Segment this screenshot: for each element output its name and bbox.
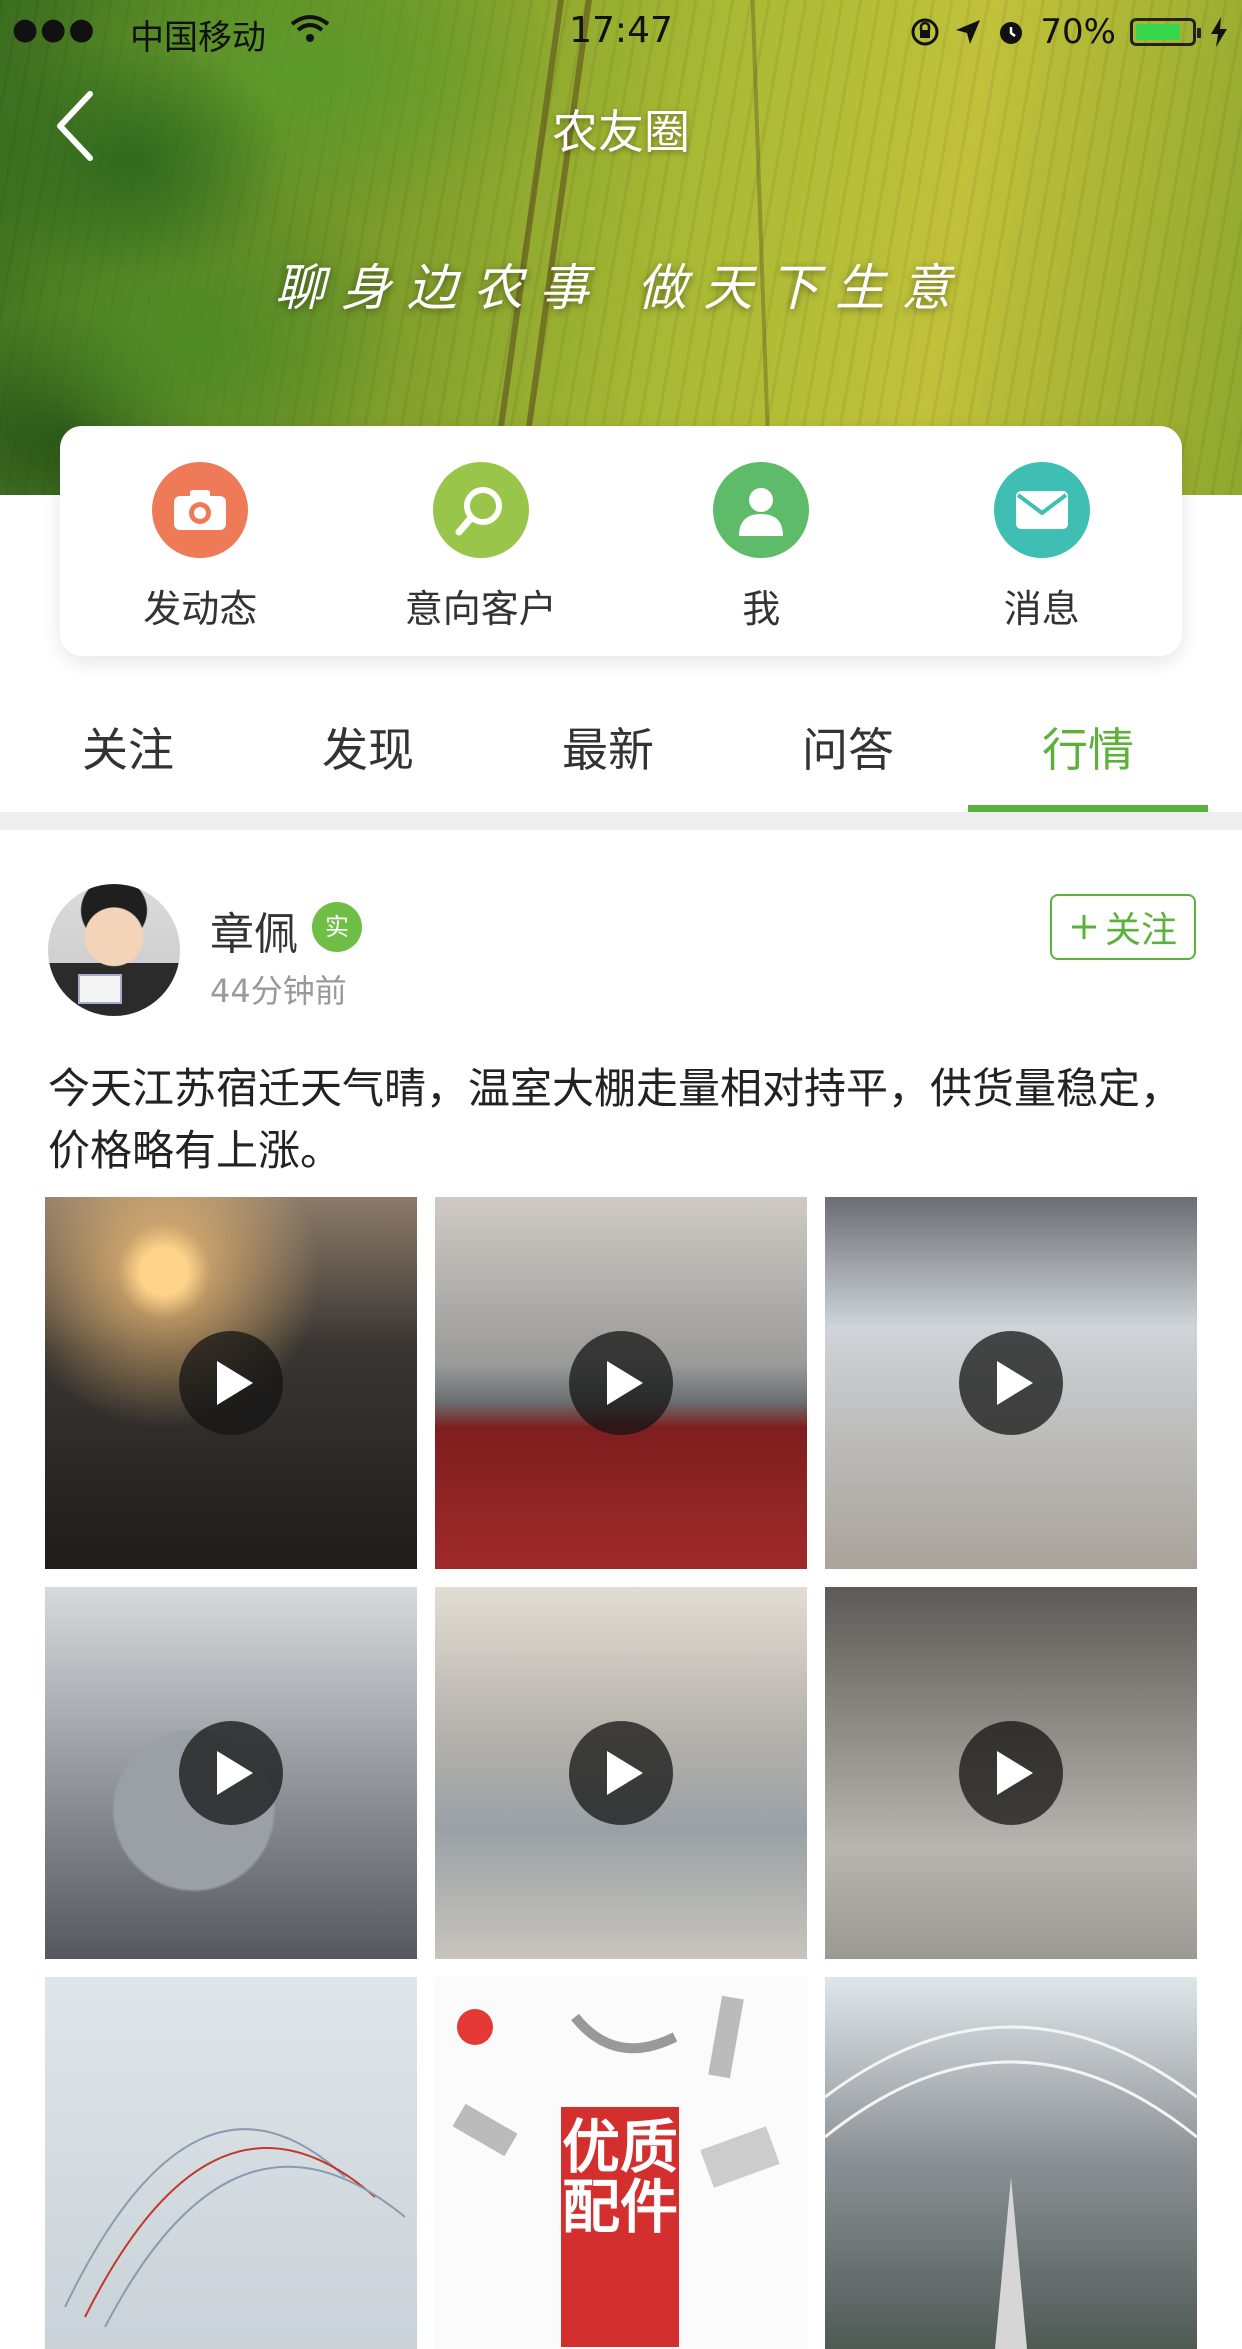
image-thumbnail[interactable]: 优质配件 [435,1977,807,2349]
status-bar: ●●● 中国移动 17:47 70% [0,0,1242,60]
play-icon [569,1721,673,1825]
feed-tabs: 关注 发现 最新 问答 行情 [0,690,1242,812]
search-icon [432,462,529,558]
play-icon [569,1331,673,1435]
location-icon [956,20,981,44]
user-icon [713,462,810,558]
tab-follow[interactable]: 关注 [8,690,248,812]
post-status-button[interactable]: 发动态 [60,426,341,656]
play-icon [959,1721,1063,1825]
video-thumbnail[interactable] [825,1197,1197,1569]
battery-icon [1130,18,1201,46]
image-thumbnail[interactable] [45,1977,417,2349]
tab-market[interactable]: 行情 [968,690,1208,812]
video-thumbnail[interactable] [825,1587,1197,1959]
camera-icon [152,462,249,558]
video-thumbnail[interactable] [45,1197,417,1569]
image-thumbnail[interactable] [825,1977,1197,2349]
mail-icon [993,462,1090,558]
post-author-name[interactable]: 章佩 [210,898,298,962]
follow-label: 关注 [1104,910,1177,951]
alarm-icon [1000,22,1023,44]
tab-latest[interactable]: 最新 [488,690,728,812]
action-label: 发动态 [143,587,258,631]
play-icon [179,1331,283,1435]
media-grid: 优质配件 [45,1197,1197,2349]
action-label: 消息 [1003,587,1080,631]
video-thumbnail[interactable] [435,1197,807,1569]
battery-percent: 70% [1040,12,1116,52]
rotation-lock-icon [911,18,939,46]
action-label: 意向客户 [404,587,557,631]
verified-badge: 实 [312,902,362,952]
post-text: 今天江苏宿迁天气晴，温室大棚走量相对持平，供货量稳定，价格略有上涨。 [48,1064,1183,1175]
messages-button[interactable]: 消息 [902,426,1183,656]
id-card-image [78,974,122,1004]
video-thumbnail[interactable] [45,1587,417,1959]
tab-qa[interactable]: 问答 [728,690,968,812]
greenhouse-interior-image [825,2025,1197,2349]
play-icon [959,1331,1063,1435]
me-button[interactable]: 我 [621,426,902,656]
play-icon [179,1721,283,1825]
follow-button[interactable]: 关注 [1050,894,1196,960]
status-right: 70% [910,12,1228,52]
avatar[interactable] [48,884,180,1016]
action-label: 我 [742,587,781,631]
quality-parts-label: 优质配件 [561,2107,679,2347]
charging-icon [1211,17,1227,47]
intent-customers-button[interactable]: 意向客户 [341,426,622,656]
post-time: 44分钟前 [210,972,347,1010]
greenhouse-drawing-image [64,2128,406,2328]
banner-slogan: 聊身边农事 做天下生意 [275,259,967,317]
section-divider [0,812,1242,830]
page-title: 农友圈 [552,105,690,159]
video-thumbnail[interactable] [435,1587,807,1959]
plus-icon [1071,915,1096,939]
quick-actions-card: 发动态 意向客户 我 消息 [60,426,1182,656]
tab-discover[interactable]: 发现 [248,690,488,812]
